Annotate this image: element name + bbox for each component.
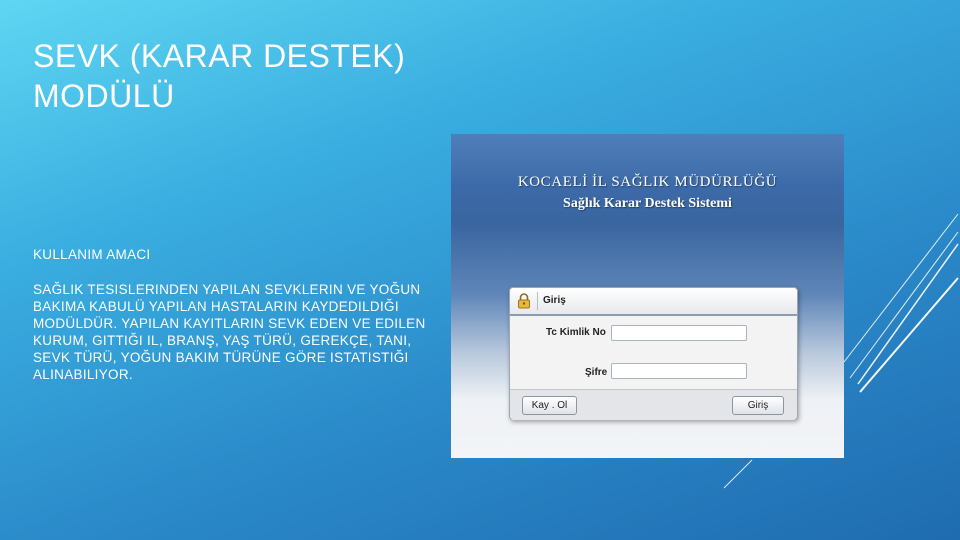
app-banner: KOCAELİ İL SAĞLIK MÜDÜRLÜĞÜ Sağlık Karar… [451,134,844,224]
slide-title-line-2: MODÜLÜ [33,78,175,114]
login-dialog-title: Giriş [543,295,566,306]
tc-kimlik-label: Tc Kimlik No [546,327,606,338]
slide-body: KULLANIM AMACI SAĞLIK TESISLERINDEN YAPI… [33,246,433,383]
header-separator [537,292,538,310]
login-dialog-header: Giriş [510,288,797,316]
section-heading: KULLANIM AMACI [33,247,151,262]
banner-subtitle: Sağlık Karar Destek Sistemi [563,196,732,211]
password-label: Şifre [585,367,608,378]
login-button[interactable]: Giriş [732,396,784,415]
slide-title-line-1: SEVK (KARAR DESTEK) [33,38,406,74]
tc-kimlik-input[interactable] [611,325,747,341]
lock-icon [518,293,530,309]
banner-title: KOCAELİ İL SAĞLIK MÜDÜRLÜĞÜ [517,174,778,190]
register-button[interactable]: Kay . Ol [522,396,577,415]
login-dialog: Giriş Tc Kimlik No Şifre Kay . Ol Giriş [509,287,798,420]
password-input[interactable] [611,363,747,379]
section-paragraph: SAĞLIK TESISLERINDEN YAPILAN SEVKLERIN V… [33,282,426,382]
slide-title: SEVK (KARAR DESTEK) MODÜLÜ [33,36,463,116]
login-dialog-footer: Kay . Ol Giriş [510,389,797,420]
